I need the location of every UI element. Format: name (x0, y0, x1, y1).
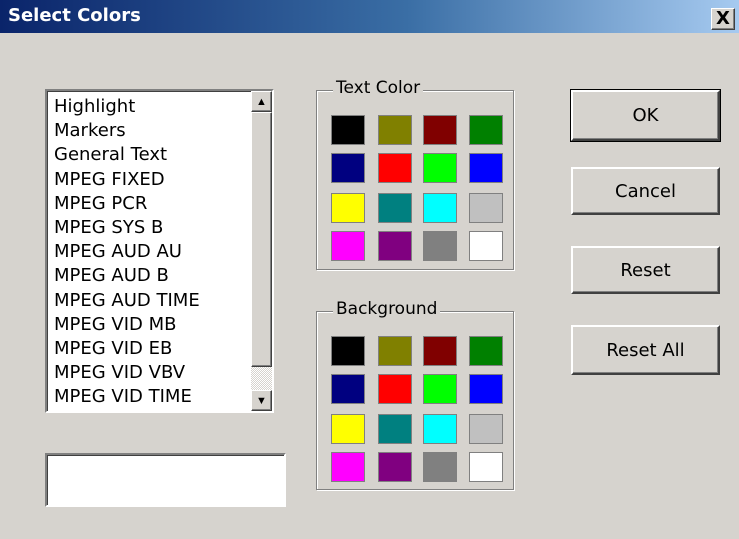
text-color-swatch[interactable] (378, 231, 412, 261)
background-color-swatch[interactable] (469, 374, 503, 404)
scroll-up-arrow-icon: ▲ (256, 95, 267, 108)
list-item[interactable]: Highlight (54, 95, 200, 119)
list-items: Highlight Markers General Text MPEG FIXE… (54, 95, 200, 409)
text-color-swatch[interactable] (378, 193, 412, 223)
scroll-down-arrow-icon: ▼ (256, 394, 267, 407)
background-color-swatch[interactable] (378, 336, 412, 366)
text-color-swatch[interactable] (423, 193, 457, 223)
text-color-swatch[interactable] (331, 231, 365, 261)
list-item[interactable]: MPEG FIXED (54, 168, 200, 192)
text-color-swatch[interactable] (423, 115, 457, 145)
dialog-title: Select Colors (8, 5, 141, 26)
close-button[interactable]: X (711, 8, 735, 30)
scroll-down-button[interactable]: ▼ (251, 390, 272, 411)
list-item[interactable]: MPEG AUD AU (54, 240, 200, 264)
list-item[interactable]: Markers (54, 119, 200, 143)
background-color-swatch[interactable] (331, 414, 365, 444)
background-color-swatch[interactable] (469, 452, 503, 482)
background-color-swatch[interactable] (469, 336, 503, 366)
background-color-swatch[interactable] (331, 336, 365, 366)
text-color-group: Text Color (316, 78, 514, 270)
element-listbox[interactable]: Highlight Markers General Text MPEG FIXE… (45, 89, 274, 413)
reset-all-button[interactable]: Reset All (571, 325, 720, 375)
background-color-swatch[interactable] (378, 452, 412, 482)
background-color-swatch[interactable] (423, 414, 457, 444)
background-label: Background (333, 299, 441, 319)
text-color-swatch[interactable] (331, 193, 365, 223)
text-color-swatch[interactable] (331, 115, 365, 145)
ok-button[interactable]: OK (570, 89, 721, 142)
color-preview-box (45, 453, 286, 507)
background-color-swatch[interactable] (331, 374, 365, 404)
list-item[interactable]: MPEG PCR (54, 192, 200, 216)
background-color-swatch[interactable] (469, 414, 503, 444)
background-color-swatch[interactable] (423, 452, 457, 482)
text-color-swatch[interactable] (423, 153, 457, 183)
text-color-swatch[interactable] (469, 231, 503, 261)
text-color-swatch[interactable] (469, 153, 503, 183)
background-color-swatch[interactable] (331, 452, 365, 482)
list-item[interactable]: MPEG SYS B (54, 216, 200, 240)
background-color-swatch[interactable] (378, 374, 412, 404)
text-color-swatch[interactable] (378, 115, 412, 145)
list-item[interactable]: MPEG AUD TIME (54, 289, 200, 313)
scroll-up-button[interactable]: ▲ (251, 91, 272, 112)
text-color-swatch[interactable] (423, 231, 457, 261)
list-item[interactable]: MPEG VID EB (54, 337, 200, 361)
list-item[interactable]: MPEG VID MB (54, 313, 200, 337)
text-color-label: Text Color (333, 78, 424, 98)
title-bar: Select Colors X (0, 0, 739, 33)
background-color-swatch[interactable] (378, 414, 412, 444)
text-color-swatch[interactable] (469, 115, 503, 145)
scroll-thumb[interactable] (251, 112, 272, 367)
list-item[interactable]: General Text (54, 143, 200, 167)
list-item[interactable]: MPEG VID VBV (54, 361, 200, 385)
cancel-button[interactable]: Cancel (571, 167, 720, 215)
background-color-group: Background (316, 299, 514, 490)
text-color-swatch[interactable] (469, 193, 503, 223)
reset-button[interactable]: Reset (571, 246, 720, 294)
background-color-swatch[interactable] (423, 374, 457, 404)
text-color-swatch[interactable] (331, 153, 365, 183)
list-vertical-scrollbar[interactable]: ▲ ▼ (251, 91, 272, 411)
text-color-swatch[interactable] (378, 153, 412, 183)
list-item[interactable]: MPEG AUD B (54, 264, 200, 288)
list-item[interactable]: MPEG VID TIME (54, 385, 200, 409)
background-color-swatch[interactable] (423, 336, 457, 366)
